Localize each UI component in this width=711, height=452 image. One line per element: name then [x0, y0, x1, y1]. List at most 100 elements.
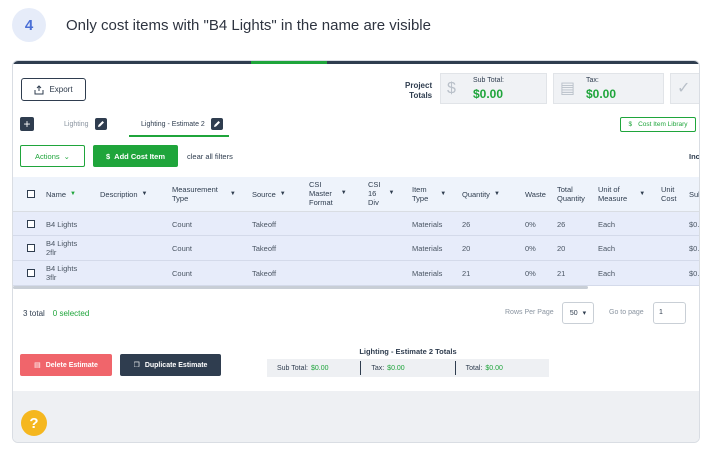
sort-down-icon[interactable]: ▼ — [230, 190, 236, 199]
cell-unit-cost: $0.0 — [689, 220, 700, 229]
cell-measurement: Count — [172, 269, 193, 278]
column-name-label: Name — [46, 190, 67, 199]
cell-measurement: Count — [172, 220, 193, 229]
table-row[interactable]: B4 Lights 3flr Count Takeoff Materials 21… — [13, 261, 699, 286]
actions-label: Actions — [35, 151, 60, 161]
pencil-icon[interactable] — [210, 118, 223, 130]
project-tax-label: Tax: — [586, 77, 599, 84]
cell-source: Takeoff — [252, 269, 277, 278]
go-to-page-input[interactable]: 1 — [653, 302, 686, 324]
sort-down-icon[interactable]: ▼ — [70, 190, 76, 199]
sort-down-icon[interactable]: ▼ — [142, 190, 148, 199]
column-csi-mf-label: CSI Master Format — [309, 180, 333, 207]
app-topbar — [13, 61, 699, 64]
column-header-quantity[interactable]: Quantity ▼ — [462, 190, 500, 199]
pencil-icon[interactable] — [94, 118, 107, 130]
cell-source: Takeoff — [252, 244, 277, 253]
tab-lighting[interactable]: Lighting — [64, 118, 107, 130]
column-header-source[interactable]: Source ▼ — [252, 190, 286, 199]
trash-icon: ▤ — [34, 362, 41, 369]
cost-item-library-button[interactable]: $ Cost Item Library — [620, 117, 696, 132]
measurement-line1: Measurement — [172, 185, 218, 194]
estimate-total-value: $0.00 — [485, 364, 503, 372]
duplicate-estimate-button[interactable]: ❐ Duplicate Estimate — [120, 354, 221, 376]
csi16-line2: 16 — [368, 189, 377, 198]
item-type-line1: Item — [412, 185, 427, 194]
help-button[interactable]: ? — [21, 410, 47, 436]
row-checkbox[interactable] — [27, 244, 35, 252]
total-qty-line2: Quantity — [557, 194, 585, 203]
estimate-total-label: Total: — [465, 364, 483, 372]
cell-name: B4 Lights — [46, 220, 78, 229]
cell-name: B4 Lights 3flr — [46, 264, 77, 282]
cell-name-line1: B4 Lights — [46, 264, 78, 273]
sort-down-icon[interactable]: ▼ — [280, 190, 286, 199]
total-qty-line1: Total — [557, 185, 573, 194]
uom-line1: Unit of — [598, 185, 620, 194]
footer-band — [13, 391, 699, 442]
cell-name-line2: 2flr — [46, 248, 57, 257]
step-description: Only cost items with "B4 Lights" in the … — [66, 16, 431, 34]
sort-down-icon[interactable]: ▼ — [440, 190, 446, 199]
estimate-subtotal-value: $0.00 — [311, 364, 329, 372]
dollar-icon: $ — [447, 80, 456, 97]
column-header-item-type[interactable]: Item Type ▼ — [412, 185, 446, 203]
cell-item-type: Materials — [412, 244, 443, 253]
project-subtotal-label: Sub Total: — [473, 77, 505, 84]
cell-total-quantity: 21 — [557, 269, 566, 278]
cost-items-grid: Name ▼ Description ▼ Measurement Type ▼ Sour… — [13, 177, 700, 289]
row-checkbox[interactable] — [27, 220, 35, 228]
column-quantity-label: Quantity — [462, 190, 490, 199]
cell-name-line1: B4 Lights — [46, 239, 78, 248]
sort-down-icon[interactable]: ▼ — [389, 189, 395, 198]
measurement-line2: Type — [172, 194, 189, 203]
horizontal-scrollbar[interactable] — [13, 286, 588, 289]
estimate-subtotal: Sub Total: $0.00 — [267, 361, 360, 375]
estimate-tax: Tax: $0.00 — [360, 361, 454, 375]
cell-name-line2: 3flr — [46, 273, 57, 282]
add-estimate-button[interactable]: + — [20, 117, 34, 131]
tab-lighting-estimate-2[interactable]: Lighting - Estimate 2 — [141, 118, 223, 130]
column-unit-cost-label: Unit Cost — [661, 185, 676, 203]
row-checkbox[interactable] — [27, 269, 35, 277]
delete-estimate-button[interactable]: ▤ Delete Estimate — [20, 354, 112, 376]
column-header-measurement-type[interactable]: Measurement Type ▼ — [172, 185, 236, 203]
duplicate-estimate-label: Duplicate Estimate — [144, 361, 208, 369]
actions-dropdown[interactable]: Actions ⌄ — [20, 145, 85, 167]
column-source-label: Source — [252, 190, 276, 199]
sort-down-icon[interactable]: ▼ — [494, 190, 500, 199]
column-total-qty-label: Total Quantity — [557, 185, 585, 203]
cell-source: Takeoff — [252, 220, 277, 229]
estimate-totals-title: Lighting - Estimate 2 Totals — [359, 347, 457, 356]
export-icon — [34, 84, 44, 94]
column-sub-label: Sub — [689, 190, 699, 199]
column-header-description[interactable]: Description ▼ — [100, 190, 147, 199]
rows-per-page-select[interactable]: 50 ▾ — [562, 302, 594, 324]
toolbar-edge-button[interactable] — [699, 117, 700, 132]
clear-all-filters-link[interactable]: clear all filters — [187, 152, 233, 161]
sort-down-icon[interactable]: ▼ — [341, 189, 347, 198]
column-header-name[interactable]: Name ▼ — [46, 190, 76, 199]
column-header-unit-of-measure[interactable]: Unit of Measure ▼ — [598, 185, 645, 203]
export-button[interactable]: Export — [21, 78, 86, 101]
add-cost-item-button[interactable]: $ Add Cost Item — [93, 145, 178, 167]
sort-down-icon[interactable]: ▼ — [639, 190, 645, 199]
topbar-active-indicator — [251, 61, 327, 64]
tab-lighting-label: Lighting — [64, 120, 89, 128]
cell-unit-cost: $0.0 — [689, 244, 700, 253]
check-circle-icon: ✓ — [677, 80, 691, 97]
table-row[interactable]: B4 Lights Count Takeoff Materials 26 0% … — [13, 212, 700, 236]
grid-header: Name ▼ Description ▼ Measurement Type ▼ Sour… — [13, 177, 699, 212]
cell-uom: Each — [598, 220, 616, 229]
csi16-line3: Div — [368, 198, 379, 207]
csi16-line1: CSI — [368, 180, 381, 189]
tab-estimate2-label: Lighting - Estimate 2 — [141, 120, 205, 128]
include-toggle-label[interactable]: Incl — [689, 152, 699, 161]
table-row[interactable]: B4 Lights 2flr Count Takeoff Materials 20… — [13, 236, 700, 261]
cell-item-type: Materials — [412, 269, 443, 278]
select-all-checkbox[interactable] — [27, 190, 35, 198]
column-header-csi-16-div[interactable]: CSI 16 Div ▼ — [368, 180, 394, 207]
column-header-csi-master-format[interactable]: CSI Master Format ▼ — [309, 180, 347, 207]
project-tax-value: $0.00 — [586, 87, 617, 101]
uom-line2: Measure — [598, 194, 628, 203]
